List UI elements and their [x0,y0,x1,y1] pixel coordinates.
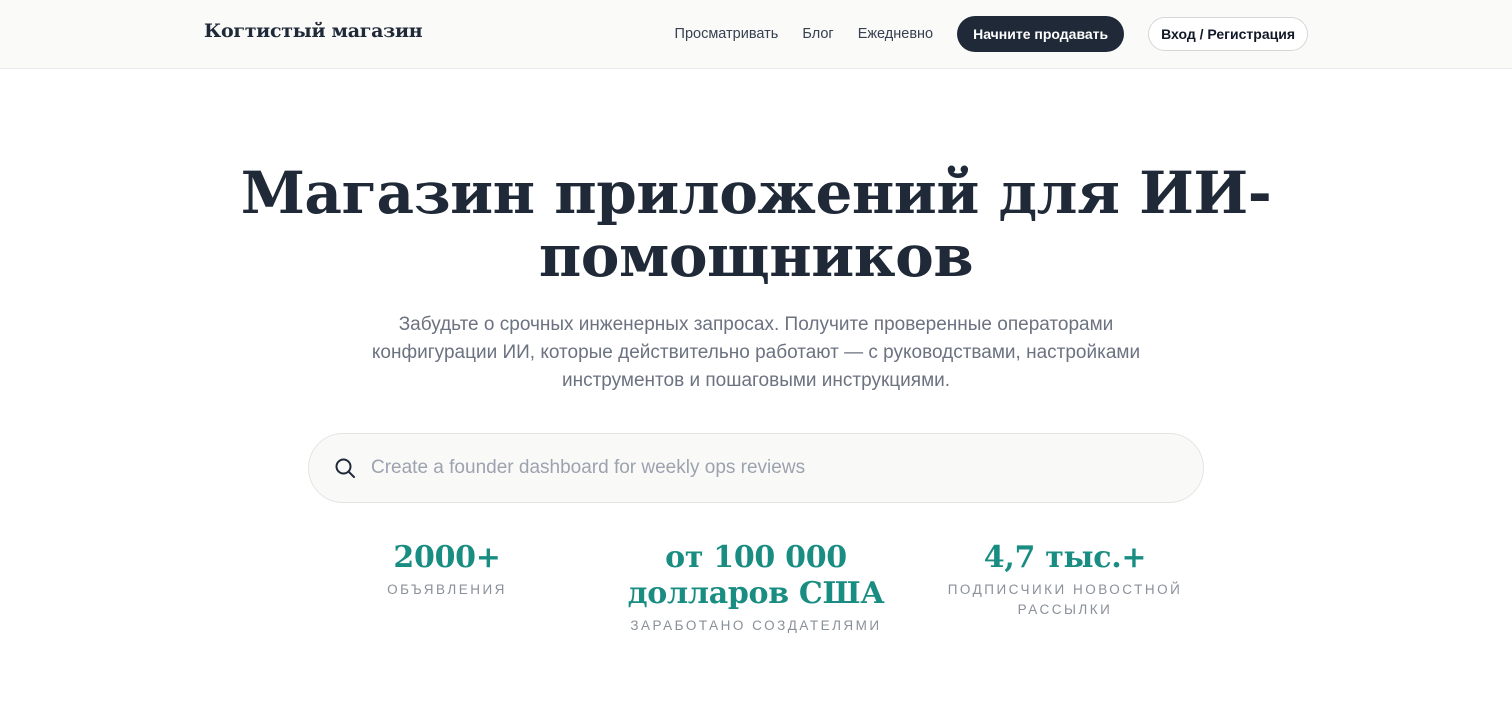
hero-title: Магазин приложений для ИИ-помощников [240,159,1272,290]
nav-link-browse[interactable]: Просматривать [675,26,779,42]
start-selling-button[interactable]: Начните продавать [957,16,1125,52]
search-input[interactable] [371,448,1203,488]
stat-label: ПОДПИСЧИКИ НОВОСТНОЙ РАССЫЛКИ [947,582,1183,617]
stat-value: 2000+ [393,540,501,575]
top-navigation-bar: Когтистый магазин Просматривать Блог Еже… [0,0,1512,69]
stat-listings: 2000+ ОБЪЯВЛЕНИЯ [307,540,587,600]
brand-logo-text[interactable]: Когтистый магазин [204,20,423,42]
stat-earnings: от 100 000 долларов США ЗАРАБОТАНО СОЗДА… [616,540,896,636]
hero-subtitle: Забудьте о срочных инженерных запросах. … [371,314,1141,391]
nav-link-blog[interactable]: Блог [802,26,833,42]
nav-link-daily[interactable]: Ежедневно [858,26,933,42]
stat-value: 4,7 тыс.+ [983,540,1147,575]
search-bar[interactable] [308,433,1204,503]
stat-value: от 100 000 долларов США [627,540,885,611]
main-nav: Просматривать Блог Ежедневно Начните про… [675,16,1308,52]
login-register-button[interactable]: Вход / Регистрация [1148,17,1308,51]
stat-label: ЗАРАБОТАНО СОЗДАТЕЛЯМИ [630,618,882,633]
stat-subscribers: 4,7 тыс.+ ПОДПИСЧИКИ НОВОСТНОЙ РАССЫЛКИ [925,540,1205,620]
search-icon [335,458,355,478]
stat-label: ОБЪЯВЛЕНИЯ [387,582,507,597]
